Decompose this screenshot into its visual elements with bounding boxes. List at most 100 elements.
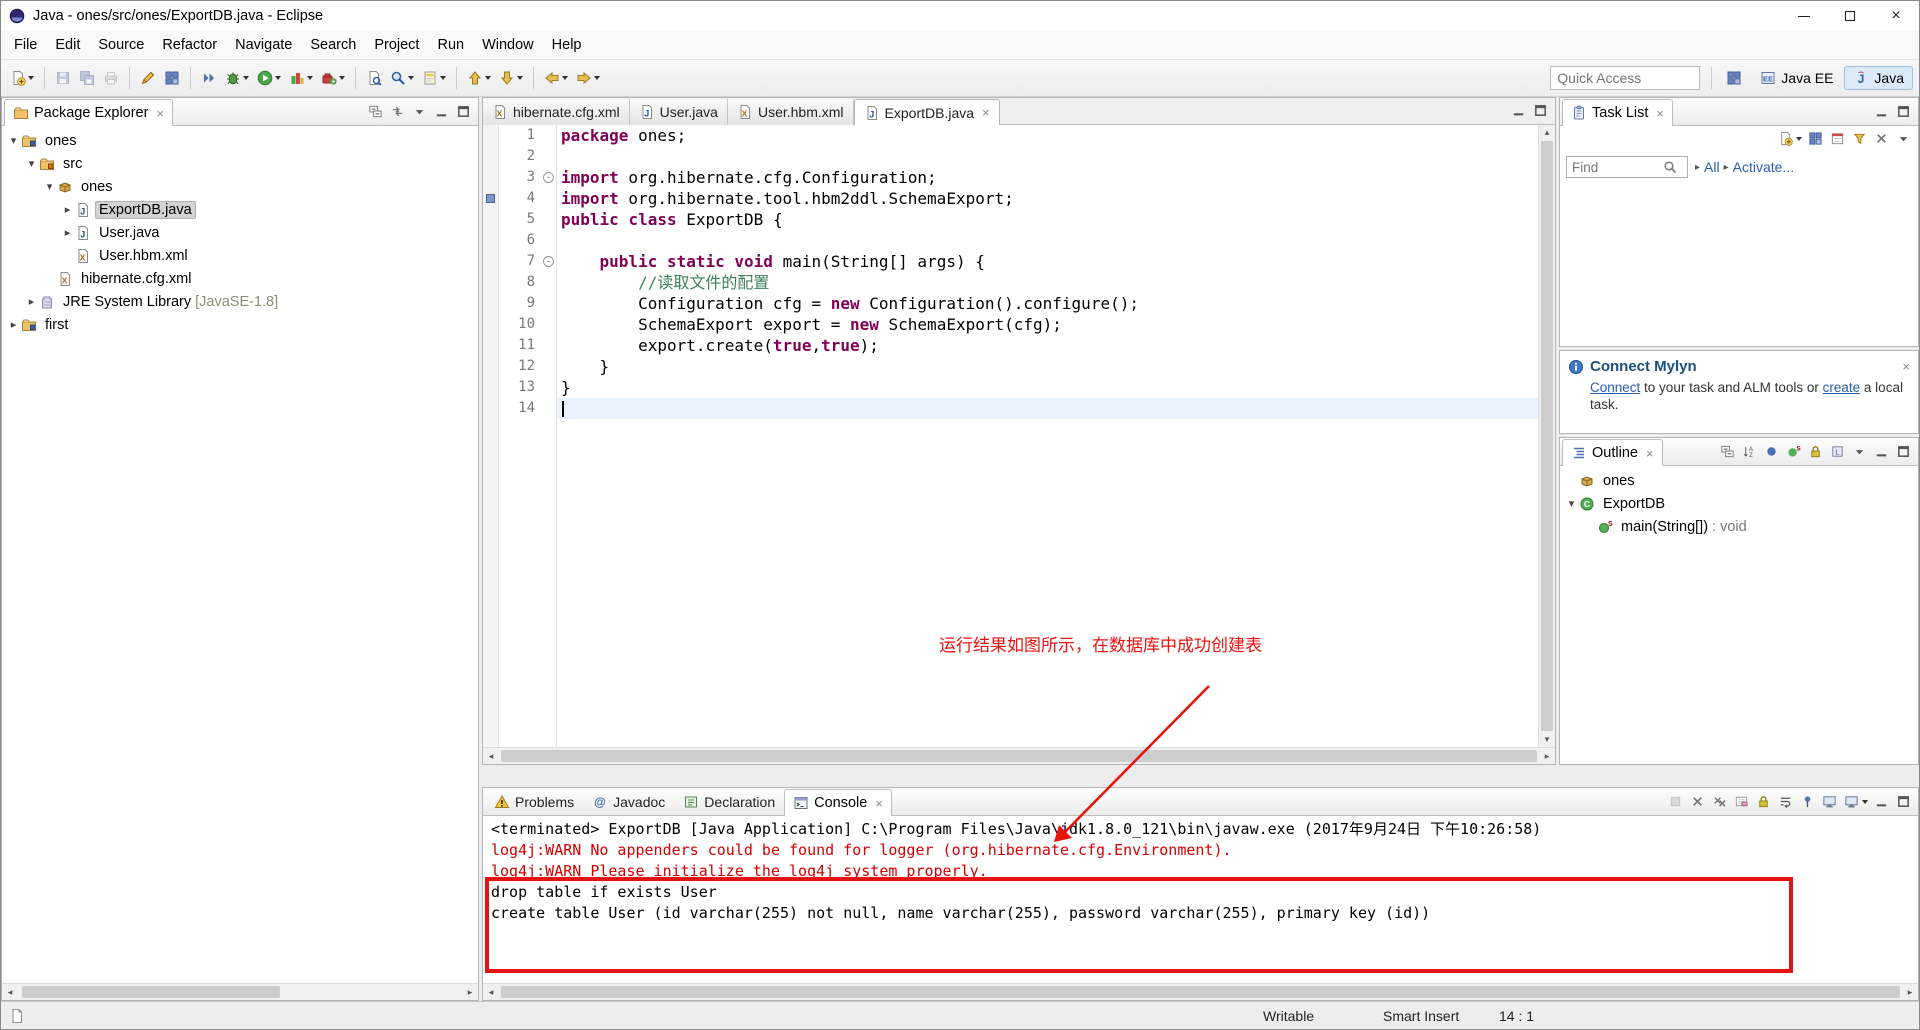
scrollbar-thumb[interactable] [1541,141,1553,731]
remove-all-terminated-button[interactable] [1711,793,1729,811]
fold-marker-icon[interactable]: - [541,167,556,188]
task-list-link-all[interactable]: All [1704,159,1720,175]
dropdown-arrow-icon[interactable] [307,76,313,80]
code-line[interactable]: } [561,377,1538,398]
menu-item-search[interactable]: Search [301,33,365,57]
remove-launch-button[interactable] [1689,793,1707,811]
scrollbar-thumb[interactable] [501,750,1537,762]
scroll-left-icon[interactable]: ◂ [483,987,499,998]
code-line[interactable] [557,398,1538,419]
menu-item-edit[interactable]: Edit [46,33,89,57]
tree-item-src[interactable]: ▾ src [2,152,478,175]
scroll-right-icon[interactable]: ▸ [1902,987,1918,998]
editor-tab-exportdb-java[interactable]: J ExportDB.java × [853,99,1000,125]
menu-item-file[interactable]: File [5,33,46,57]
dropdown-arrow-icon[interactable] [275,76,281,80]
chevron-collapsed-icon[interactable]: ▸ [24,295,39,308]
minimize-view-button[interactable] [1873,793,1891,811]
editor-tab-user-java[interactable]: J User.java [629,99,728,125]
open-perspective-button[interactable] [1723,67,1745,89]
filter-completed-tasks-button[interactable] [1851,130,1869,148]
chevron-expanded-icon[interactable]: ▾ [6,134,21,147]
code-line[interactable]: public static void main(String[] args) { [561,251,1538,272]
maximize-view-button[interactable] [1532,102,1550,120]
collapse-icon[interactable]: - [543,256,554,267]
close-view-icon[interactable]: × [156,106,164,121]
chevron-expanded-icon[interactable]: ▾ [42,180,57,193]
maximize-view-button[interactable] [1895,793,1913,811]
horizontal-scrollbar[interactable]: ◂ ▸ [483,983,1918,1000]
code-line[interactable]: public class ExportDB { [561,209,1538,230]
forward-button[interactable] [573,67,603,89]
new-wizard-button[interactable] [7,67,37,89]
menu-item-run[interactable]: Run [428,33,473,57]
dropdown-arrow-icon[interactable] [1796,137,1802,141]
toggle-mark-occurrences-button[interactable] [419,67,449,89]
tree-item-exportdb-java[interactable]: ▸ J ExportDB.java [2,198,478,221]
fold-marker-icon[interactable]: - [541,251,556,272]
categorized-presentation-button[interactable] [1807,130,1825,148]
code-line[interactable] [561,230,1538,251]
scroll-left-icon[interactable]: ◂ [2,987,18,998]
view-menu-button[interactable] [1895,130,1913,148]
coverage-button[interactable] [286,67,316,89]
annotation-ruler[interactable] [483,125,499,747]
maximize-view-button[interactable] [1895,103,1913,121]
view-tab-javadoc[interactable]: @ Javadoc [583,789,674,815]
hide-non-public-members-button[interactable] [1807,443,1825,461]
scrollbar-thumb[interactable] [501,986,1900,998]
new-task-button[interactable] [1777,130,1803,148]
dropdown-arrow-icon[interactable] [562,76,568,80]
editor-tab-hibernate-cfg-xml[interactable]: Xhibernate.cfg.xml [483,99,630,125]
collapse-icon[interactable]: - [543,172,554,183]
scrollbar-track[interactable] [499,984,1902,1000]
run-button[interactable] [254,67,284,89]
scroll-lock-button[interactable] [1755,793,1773,811]
menu-item-refactor[interactable]: Refactor [153,33,226,57]
maximize-view-button[interactable] [455,103,473,121]
tree-item-hibernate-cfg-xml[interactable]: Xhibernate.cfg.xml [2,267,478,290]
tree-item-first[interactable]: ▸ first [2,313,478,336]
tree-item-ones[interactable]: ▾ ones [2,175,478,198]
save-all-button[interactable] [76,67,98,89]
search-button[interactable] [387,67,417,89]
close-tab-icon[interactable]: × [982,105,990,120]
tree-item-main-string[interactable]: Smain(String[]) : void [1560,515,1918,538]
scroll-left-icon[interactable]: ◂ [483,751,499,762]
dropdown-arrow-icon[interactable] [408,76,414,80]
chevron-collapsed-icon[interactable]: ▸ [60,226,75,239]
dropdown-arrow-icon[interactable] [440,76,446,80]
scroll-right-icon[interactable]: ▸ [462,987,478,998]
tree-item-jre-system-library[interactable]: ▸ JRE System Library [JavaSE-1.8] [2,290,478,313]
hide-static-members-button[interactable]: S [1785,443,1803,461]
code-line[interactable]: export.create(true,true); [561,335,1538,356]
tree-item-exportdb[interactable]: ▾ C ExportDB [1560,492,1918,515]
dropdown-arrow-icon[interactable] [339,76,345,80]
scrollbar-thumb[interactable] [22,986,280,998]
task-list-tab[interactable]: Task List × [1562,99,1674,126]
view-tab-console[interactable]: Console × [784,789,892,816]
code-line[interactable]: package ones; [561,125,1538,146]
code-line[interactable]: Configuration cfg = new Configuration().… [561,293,1538,314]
tree-item-user-hbm-xml[interactable]: X User.hbm.xml [2,244,478,267]
minimize-view-button[interactable] [1510,102,1528,120]
close-notification-icon[interactable]: × [1902,359,1910,374]
hide-local-types-button[interactable]: L [1829,443,1847,461]
clear-console-button[interactable] [1733,793,1751,811]
chevron-collapsed-icon[interactable]: ▸ [60,203,75,216]
run-external-tools-button[interactable] [318,67,348,89]
new-web-service-button[interactable] [161,67,183,89]
previous-annotation-button[interactable] [464,67,494,89]
horizontal-scrollbar[interactable]: ◂ ▸ [483,747,1555,764]
close-window-button[interactable]: × [1873,1,1919,31]
code-line[interactable]: SchemaExport export = new SchemaExport(c… [561,314,1538,335]
code-line[interactable]: import org.hibernate.tool.hbm2ddl.Schema… [561,188,1538,209]
maximize-view-button[interactable] [1895,443,1913,461]
quick-access-input[interactable] [1550,66,1701,90]
code-line[interactable]: } [561,356,1538,377]
skip-all-breakpoints-button[interactable] [198,67,220,89]
terminate-button[interactable] [1667,793,1685,811]
open-console-button[interactable] [1843,793,1869,811]
task-list-link-activate[interactable]: Activate... [1733,159,1794,175]
scrollbar-track[interactable] [499,748,1539,764]
